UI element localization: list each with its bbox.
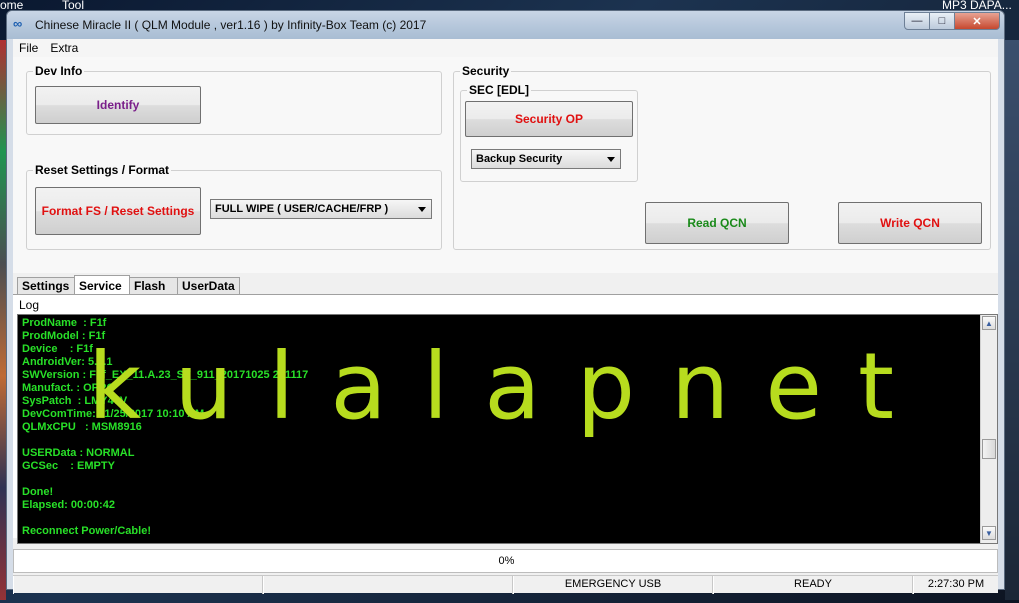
log-label: Log <box>19 298 40 312</box>
chevron-down-icon <box>607 157 615 162</box>
window-controls: — □ ✕ <box>904 12 1000 30</box>
security-title: Security <box>460 64 512 78</box>
status-bar: EMERGENCY USB READY 2:27:30 PM <box>13 575 998 594</box>
watermark-text: kulalapnet <box>88 333 931 440</box>
status-connection: EMERGENCY USB <box>513 576 713 594</box>
scroll-down-arrow-icon[interactable]: ▼ <box>982 526 996 540</box>
status-cell-2 <box>263 576 513 594</box>
log-line: Elapsed: 00:00:42 <box>22 499 115 511</box>
wipe-mode-select[interactable]: FULL WIPE ( USER/CACHE/FRP ) <box>210 199 432 219</box>
sec-edl-title: SEC [EDL] <box>467 83 531 97</box>
security-op-select[interactable]: Backup Security <box>471 149 621 169</box>
minimize-button[interactable]: — <box>904 12 930 30</box>
operations-panel: Dev Info Identify Reset Settings / Forma… <box>13 57 998 273</box>
menu-extra[interactable]: Extra <box>44 41 84 55</box>
desktop-right-strip <box>1005 40 1019 600</box>
reset-format-group: Reset Settings / Format Format FS / Rese… <box>26 163 442 250</box>
service-tab-panel: Log ProdName : F1f ProdModel : F1f Device … <box>13 294 998 544</box>
maximize-button[interactable]: □ <box>929 12 955 30</box>
log-line: Done! <box>22 486 54 498</box>
app-window: ∞ Chinese Miracle II ( QLM Module , ver1… <box>6 10 1005 594</box>
tab-service[interactable]: Service <box>74 275 130 295</box>
close-button[interactable]: ✕ <box>954 12 1000 30</box>
sec-edl-group: SEC [EDL] Security OP Backup Security <box>460 83 638 182</box>
log-line: USERData : NORMAL <box>22 447 135 459</box>
status-state: READY <box>713 576 913 594</box>
security-op-button[interactable]: Security OP <box>465 101 633 137</box>
read-qcn-button[interactable]: Read QCN <box>645 202 789 244</box>
scroll-thumb[interactable] <box>982 439 996 459</box>
format-reset-button[interactable]: Format FS / Reset Settings <box>35 187 201 235</box>
tab-settings[interactable]: Settings <box>17 277 75 295</box>
scroll-up-arrow-icon[interactable]: ▲ <box>982 316 996 330</box>
menu-bar: File Extra <box>13 39 998 57</box>
client-area: File Extra Dev Info Identify Reset Setti… <box>13 39 998 594</box>
progress-bar: 0% <box>13 549 998 573</box>
chevron-down-icon <box>418 207 426 212</box>
log-line: ProdName : F1f <box>22 317 107 329</box>
tab-flash[interactable]: Flash <box>129 277 178 295</box>
log-line: GCSec : EMPTY <box>22 460 115 472</box>
status-cell-1 <box>13 576 263 594</box>
title-bar[interactable]: ∞ Chinese Miracle II ( QLM Module , ver1… <box>7 11 1004 39</box>
wipe-mode-value: FULL WIPE ( USER/CACHE/FRP ) <box>215 203 389 215</box>
menu-file[interactable]: File <box>13 41 44 55</box>
write-qcn-button[interactable]: Write QCN <box>838 202 982 244</box>
infinity-logo-icon: ∞ <box>13 16 23 31</box>
reset-format-title: Reset Settings / Format <box>33 163 172 177</box>
identify-button[interactable]: Identify <box>35 86 201 124</box>
log-output[interactable]: ProdName : F1f ProdModel : F1f Device : F1… <box>17 314 998 544</box>
security-op-value: Backup Security <box>476 153 563 165</box>
progress-text: 0% <box>498 555 515 567</box>
dev-info-title: Dev Info <box>33 64 85 78</box>
window-title: Chinese Miracle II ( QLM Module , ver1.1… <box>35 18 427 32</box>
log-line: Reconnect Power/Cable! <box>22 525 151 537</box>
status-time: 2:27:30 PM <box>913 576 998 594</box>
dev-info-group: Dev Info Identify <box>26 64 442 135</box>
security-group: Security SEC [EDL] Security OP Backup Se… <box>453 64 991 250</box>
tab-strip: Settings Service Flash UserData <box>13 275 998 295</box>
log-scrollbar[interactable]: ▲ ▼ <box>980 315 997 543</box>
tab-userdata[interactable]: UserData <box>177 277 240 295</box>
